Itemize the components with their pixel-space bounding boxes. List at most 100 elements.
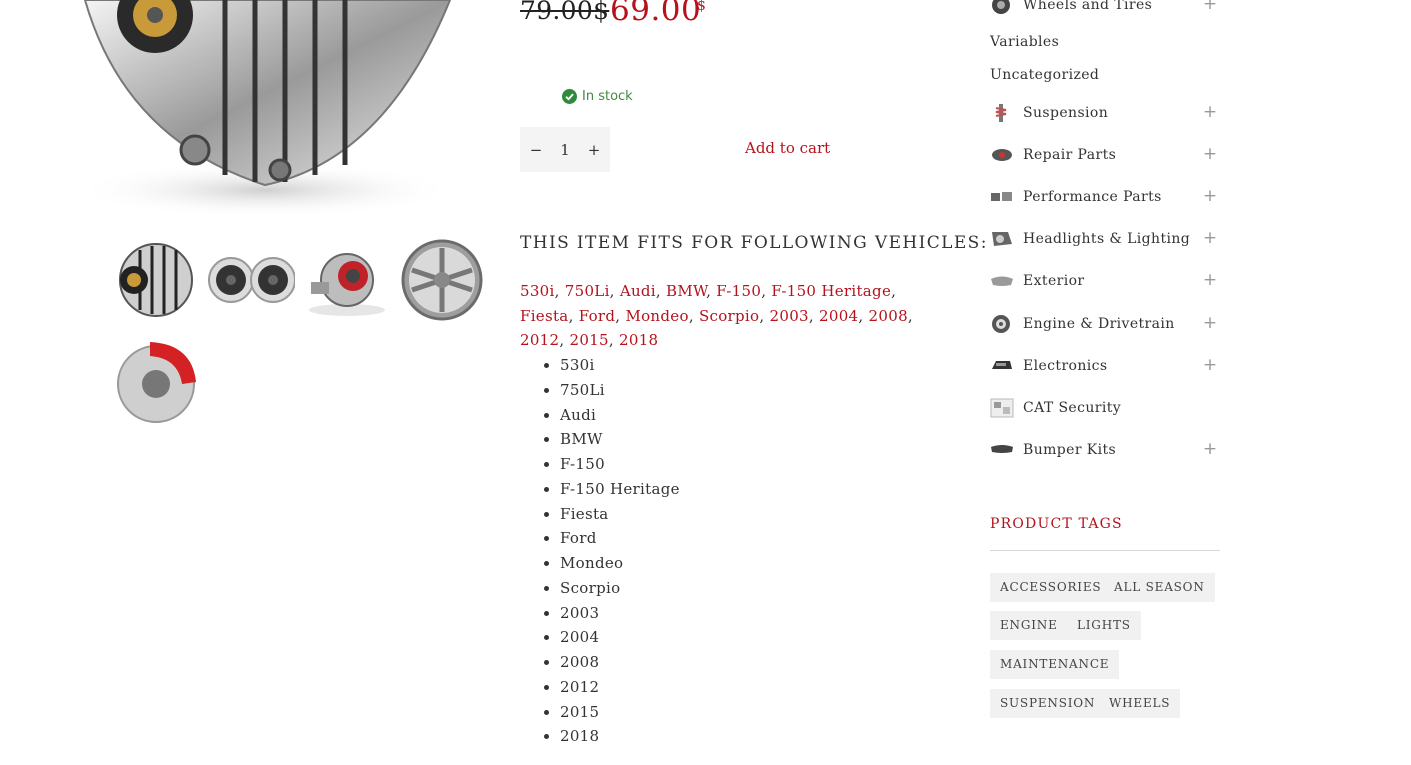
- main-product-image[interactable]: [65, 0, 465, 220]
- divider: [990, 550, 1220, 551]
- sidebar-item-label: Electronics: [1023, 357, 1108, 374]
- sidebar-item-uncategorized[interactable]: Uncategorized: [990, 67, 1099, 83]
- thumbnail-brake-caliper[interactable]: [112, 336, 200, 424]
- sidebar-item-wheels-and-tires[interactable]: Wheels and Tires +: [990, 0, 1220, 16]
- expand-plus-icon[interactable]: +: [1200, 144, 1220, 166]
- bumper-icon: [991, 444, 1013, 453]
- vehicle-list-item: 2018: [560, 724, 680, 749]
- thumbnail-turbocharger[interactable]: [303, 236, 391, 324]
- performance-parts-icon: [991, 192, 1012, 202]
- sidebar-item-label: Suspension: [1023, 105, 1109, 121]
- expand-plus-icon[interactable]: +: [1200, 355, 1220, 377]
- sidebar-item-headlights-lighting[interactable]: Headlights & Lighting +: [990, 228, 1220, 250]
- check-circle-icon: [562, 89, 577, 104]
- sidebar-item-performance-parts[interactable]: Performance Parts +: [990, 186, 1220, 208]
- stock-status: In stock: [562, 89, 633, 104]
- vehicle-list-item: 2015: [560, 700, 680, 725]
- vehicle-link[interactable]: Mondeo: [625, 307, 688, 325]
- sidebar-item-electronics[interactable]: Electronics +: [990, 355, 1220, 377]
- sidebar-item-variables[interactable]: Variables: [990, 34, 1059, 50]
- vehicle-list-item: Audi: [560, 403, 680, 428]
- vehicle-list-item: 2012: [560, 675, 680, 700]
- sidebar-item-label: Engine & Drivetrain: [1023, 315, 1175, 332]
- tag-accessories[interactable]: ACCESSORIES: [990, 573, 1112, 602]
- quantity-stepper: − +: [520, 127, 610, 172]
- vehicle-link[interactable]: 2004: [819, 307, 858, 325]
- sidebar-item-engine-drivetrain[interactable]: Engine & Drivetrain +: [990, 313, 1220, 335]
- exterior-icon: [991, 276, 1013, 287]
- sidebar-item-bumper-kits[interactable]: Bumper Kits +: [990, 439, 1220, 461]
- thumbnail-alternator[interactable]: [112, 236, 200, 324]
- expand-plus-icon[interactable]: +: [1200, 102, 1220, 124]
- vehicle-link[interactable]: 2018: [619, 331, 658, 349]
- vehicle-link[interactable]: 750Li: [565, 282, 610, 300]
- sale-price: 69.00: [610, 0, 702, 28]
- tire-icon: [992, 0, 1010, 14]
- sidebar-item-label: Headlights & Lighting: [1023, 231, 1191, 248]
- vehicle-list-item: Mondeo: [560, 551, 680, 576]
- repair-parts-icon: [992, 149, 1012, 162]
- tag-all-season[interactable]: ALL SEASON: [1104, 573, 1215, 602]
- fits-heading: THIS ITEM FITS FOR FOLLOWING VEHICLES:: [520, 233, 988, 253]
- vehicle-list-item: Scorpio: [560, 576, 680, 601]
- security-icon: [990, 398, 1014, 418]
- tag-lights[interactable]: LIGHTS: [1067, 611, 1141, 640]
- product-tags-title: PRODUCT TAGS: [990, 516, 1123, 532]
- tag-suspension[interactable]: SUSPENSION: [990, 689, 1106, 718]
- tag-wheels[interactable]: WHEELS: [1099, 689, 1181, 718]
- sidebar-item-label: Bumper Kits: [1023, 441, 1117, 458]
- vehicle-list-item: F-150 Heritage: [560, 477, 680, 502]
- vehicle-link[interactable]: Audi: [620, 282, 656, 300]
- price-currency: $: [697, 0, 706, 14]
- expand-plus-icon[interactable]: +: [1200, 270, 1220, 292]
- sidebar-item-exterior[interactable]: Exterior +: [990, 270, 1220, 292]
- vehicle-link[interactable]: 2012: [520, 331, 559, 349]
- expand-plus-icon[interactable]: +: [1200, 313, 1220, 335]
- qty-decrease-button[interactable]: −: [528, 141, 544, 159]
- vehicle-link[interactable]: Scorpio: [699, 307, 759, 325]
- thumbnail-speakers[interactable]: [207, 236, 295, 324]
- qty-increase-button[interactable]: +: [586, 141, 602, 159]
- expand-plus-icon[interactable]: +: [1200, 0, 1220, 16]
- add-to-cart-button[interactable]: Add to cart: [745, 139, 830, 157]
- tag-engine[interactable]: ENGINE: [990, 611, 1068, 640]
- vehicle-link[interactable]: 530i: [520, 282, 555, 300]
- sidebar-item-suspension[interactable]: Suspension +: [990, 102, 1220, 124]
- expand-plus-icon[interactable]: +: [1200, 439, 1220, 461]
- vehicle-list-item: 750Li: [560, 378, 680, 403]
- sidebar-item-label: Repair Parts: [1023, 147, 1117, 164]
- engine-icon: [992, 314, 1010, 333]
- vehicle-list-item: Fiesta: [560, 502, 680, 527]
- vehicle-link[interactable]: 2015: [570, 331, 609, 349]
- sidebar-item-label: Wheels and Tires: [1023, 0, 1153, 13]
- vehicle-links: 530i, 750Li, Audi, BMW, F-150, F-150 Her…: [520, 282, 913, 349]
- sidebar-item-label: CAT Security: [1023, 399, 1122, 416]
- vehicle-link[interactable]: Fiesta: [520, 307, 569, 325]
- tag-maintenance[interactable]: MAINTENANCE: [990, 650, 1120, 679]
- vehicle-list-item: Ford: [560, 526, 680, 551]
- vehicle-link[interactable]: 2008: [869, 307, 908, 325]
- vehicle-list-item: 2008: [560, 650, 680, 675]
- sidebar-item-cat-security[interactable]: CAT Security: [990, 397, 1220, 419]
- sidebar-item-label: Exterior: [1023, 273, 1085, 290]
- vehicle-list: 530i750LiAudiBMWF-150F-150 HeritageFiest…: [520, 353, 680, 749]
- vehicle-list-item: 530i: [560, 353, 680, 378]
- vehicle-link[interactable]: BMW: [666, 282, 706, 300]
- vehicle-list-item: 2004: [560, 625, 680, 650]
- vehicle-list-item: BMW: [560, 427, 680, 452]
- vehicle-list-item: F-150: [560, 452, 680, 477]
- thumbnail-wheel-rim[interactable]: [398, 236, 486, 324]
- sidebar-item-repair-parts[interactable]: Repair Parts +: [990, 144, 1220, 166]
- electronics-icon: [992, 360, 1012, 369]
- expand-plus-icon[interactable]: +: [1200, 228, 1220, 250]
- old-price: 79.00$: [520, 0, 610, 25]
- vehicle-link[interactable]: F-150: [716, 282, 761, 300]
- vehicle-list-item: 2003: [560, 601, 680, 626]
- vehicle-link[interactable]: F-150 Heritage: [771, 282, 891, 300]
- stock-text: In stock: [582, 89, 633, 104]
- vehicle-link[interactable]: Ford: [579, 307, 616, 325]
- shock-absorber-icon: [995, 104, 1007, 122]
- qty-input[interactable]: [548, 139, 582, 160]
- expand-plus-icon[interactable]: +: [1200, 186, 1220, 208]
- vehicle-link[interactable]: 2003: [770, 307, 809, 325]
